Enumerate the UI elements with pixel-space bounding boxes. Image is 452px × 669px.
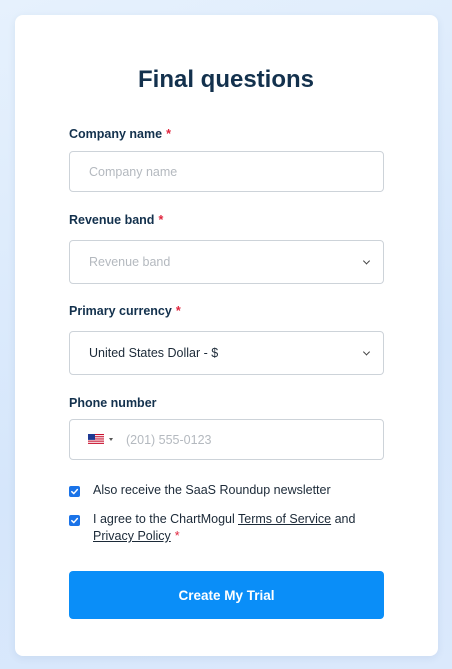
company-name-input[interactable]: Company name [69, 151, 384, 192]
phone-number-label-text: Phone number [69, 396, 157, 410]
chevron-down-icon [362, 257, 371, 265]
required-mark: * [158, 213, 164, 227]
company-name-label: Company name * [69, 127, 171, 141]
country-select[interactable] [70, 420, 120, 459]
primary-currency-label: Primary currency * [69, 304, 181, 318]
revenue-band-placeholder: Revenue band [89, 255, 171, 269]
primary-currency-label-text: Primary currency [69, 304, 172, 318]
chevron-down-icon [362, 348, 371, 356]
page-title: Final questions [137, 66, 314, 93]
revenue-band-select[interactable]: Revenue band [69, 240, 384, 284]
caret-down-icon [109, 438, 113, 441]
us-flag-icon [88, 434, 104, 445]
terms-middle: and [334, 512, 356, 526]
checkmark-icon [71, 488, 79, 495]
phone-number-input[interactable]: (201) 555-0123 [69, 419, 384, 460]
required-mark: * [175, 304, 181, 318]
newsletter-checkbox[interactable] [69, 486, 80, 497]
company-name-placeholder: Company name [89, 164, 178, 179]
revenue-band-label: Revenue band * [69, 213, 163, 227]
primary-currency-value: United States Dollar - $ [89, 346, 219, 360]
primary-currency-select[interactable]: United States Dollar - $ [69, 331, 384, 375]
terms-label: I agree to the ChartMogul Terms of Servi… [93, 511, 383, 545]
create-trial-button[interactable]: Create My Trial [69, 571, 384, 619]
terms-prefix: I agree to the ChartMogul [93, 512, 235, 526]
required-mark: * [174, 529, 180, 543]
phone-number-label: Phone number [69, 396, 157, 410]
phone-number-placeholder: (201) 555-0123 [126, 432, 212, 447]
revenue-band-label-text: Revenue band [69, 213, 155, 227]
terms-checkbox[interactable] [69, 515, 80, 526]
checkmark-icon [71, 517, 79, 524]
required-mark: * [166, 127, 171, 141]
company-name-label-text: Company name [69, 127, 163, 141]
newsletter-label: Also receive the SaaS Roundup newsletter [93, 483, 331, 497]
terms-of-service-link[interactable]: Terms of Service [238, 512, 331, 526]
privacy-policy-link[interactable]: Privacy Policy [93, 529, 171, 543]
